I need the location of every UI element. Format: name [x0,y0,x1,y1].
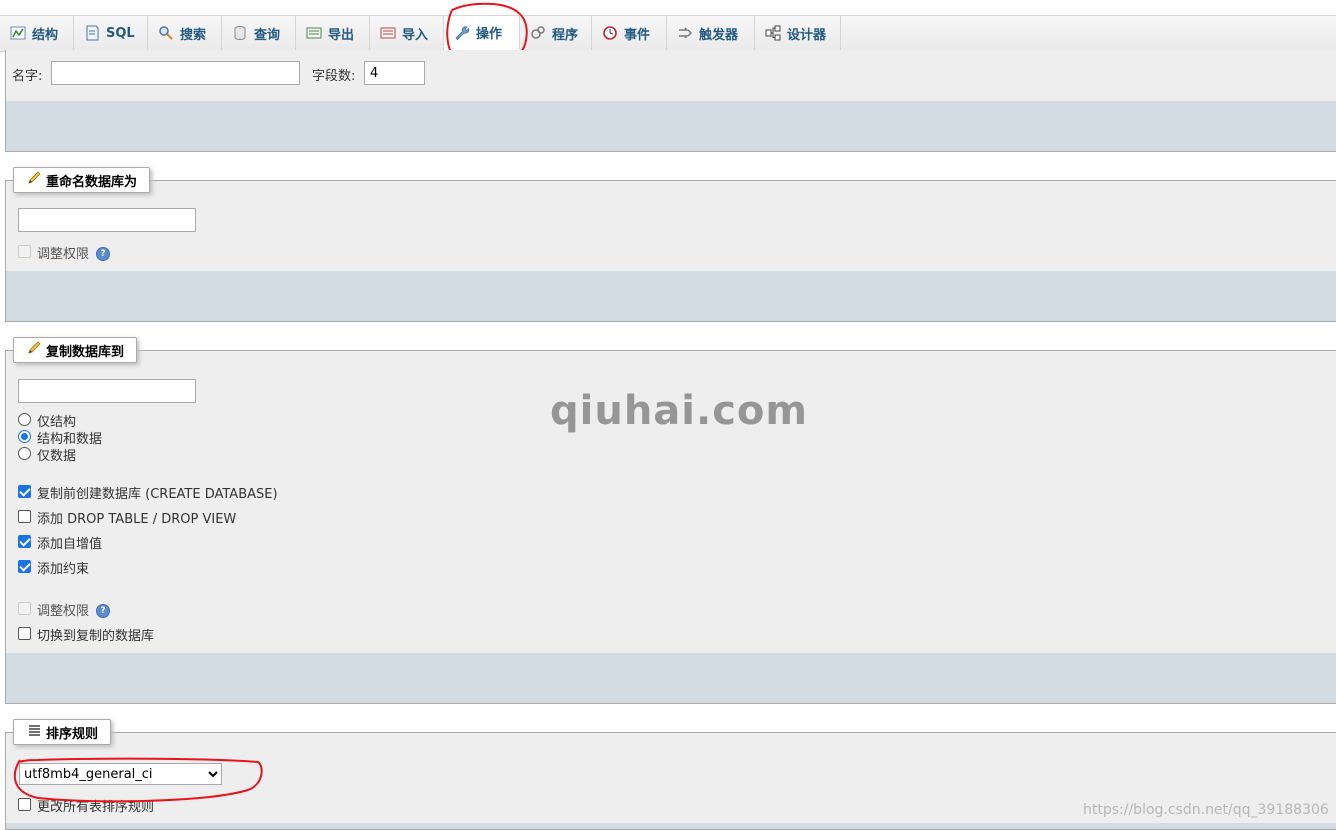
create-database-label: 复制前创建数据库 (CREATE DATABASE) [37,487,278,502]
radio-data-only-label: 仅数据 [37,449,77,464]
create-table-footer [5,101,1336,152]
tab-label: 触发器 [699,27,739,43]
tab-label: 结构 [32,27,59,43]
tab-label: 搜索 [180,27,207,43]
query-icon [232,25,248,41]
copy-adjust-privileges-label: 调整权限 [37,604,90,619]
create-table-panel: 名字: 字段数: [5,50,1336,102]
events-icon [602,25,618,41]
rename-adjust-privileges-label: 调整权限 [37,247,90,262]
rename-adjust-privileges-checkbox[interactable] [18,245,31,258]
constraints-label: 添加约束 [37,562,90,577]
watermark-text: qiuhai.com [550,388,809,434]
tab-label: 导出 [328,27,355,43]
switch-db-checkbox[interactable] [18,627,31,640]
tab-export[interactable]: 导出 [296,16,370,50]
create-database-checkbox[interactable] [18,485,31,498]
collation-footer [5,823,1336,830]
tab-bar: 结构 SQL 搜索 查询 导出 导入 操作 程序 事件 触发器 设计器 [0,15,1336,52]
help-icon[interactable]: ? [96,247,110,261]
radio-structure-only[interactable] [18,413,31,426]
copy-db-target-input[interactable] [18,379,196,403]
radio-data-only[interactable] [18,447,31,460]
collation-legend: 排序规则 [13,719,112,745]
drop-table-checkbox[interactable] [18,510,31,523]
tab-search[interactable]: 搜索 [148,16,222,50]
structure-icon [10,25,26,41]
tab-label: 导入 [402,27,429,43]
sql-icon [84,25,100,41]
import-icon [380,25,396,41]
rename-db-footer [5,271,1336,322]
rename-db-panel [5,180,1336,272]
search-icon [158,25,174,41]
pencil-icon [26,340,42,360]
columns-count-input[interactable] [364,61,425,85]
tab-query[interactable]: 查询 [222,16,296,50]
tab-label: 查询 [254,27,281,43]
tab-label: 事件 [624,27,651,43]
tab-label: 程序 [552,27,579,43]
radio-structure-and-data[interactable] [18,430,31,443]
tab-events[interactable]: 事件 [592,16,667,50]
triggers-icon [677,25,693,41]
tab-sql[interactable]: SQL [74,16,148,50]
auto-increment-checkbox[interactable] [18,535,31,548]
columns-count-label: 字段数: [312,69,356,84]
constraints-checkbox[interactable] [18,560,31,573]
tab-designer[interactable]: 设计器 [755,16,841,50]
drop-table-label: 添加 DROP TABLE / DROP VIEW [37,512,237,527]
table-name-input[interactable] [51,61,300,85]
csdn-watermark: https://blog.csdn.net/qq_39188306 [1083,802,1329,818]
export-icon [306,25,322,41]
table-name-label: 名字: [12,69,43,84]
designer-icon [765,25,781,41]
rename-db-legend-text: 重命名数据库为 [46,174,138,190]
rename-db-legend: 重命名数据库为 [13,167,151,193]
help-icon[interactable]: ? [96,604,110,618]
tab-triggers[interactable]: 触发器 [667,16,755,50]
auto-increment-label: 添加自增值 [37,537,103,552]
copy-db-legend-text: 复制数据库到 [46,344,125,360]
tab-label: 设计器 [787,27,827,43]
rename-db-input[interactable] [18,208,196,232]
collation-legend-text: 排序规则 [46,726,99,742]
annotation-circle-collation [13,757,263,803]
list-icon [26,722,42,742]
copy-adjust-privileges-checkbox[interactable] [18,602,31,615]
copy-db-footer [5,653,1336,704]
tab-label: SQL [106,25,135,41]
switch-db-label: 切换到复制的数据库 [37,629,155,644]
copy-db-legend: 复制数据库到 [13,337,138,363]
tab-structure[interactable]: 结构 [0,16,74,50]
tab-import[interactable]: 导入 [370,16,444,50]
pencil-icon [26,170,42,190]
